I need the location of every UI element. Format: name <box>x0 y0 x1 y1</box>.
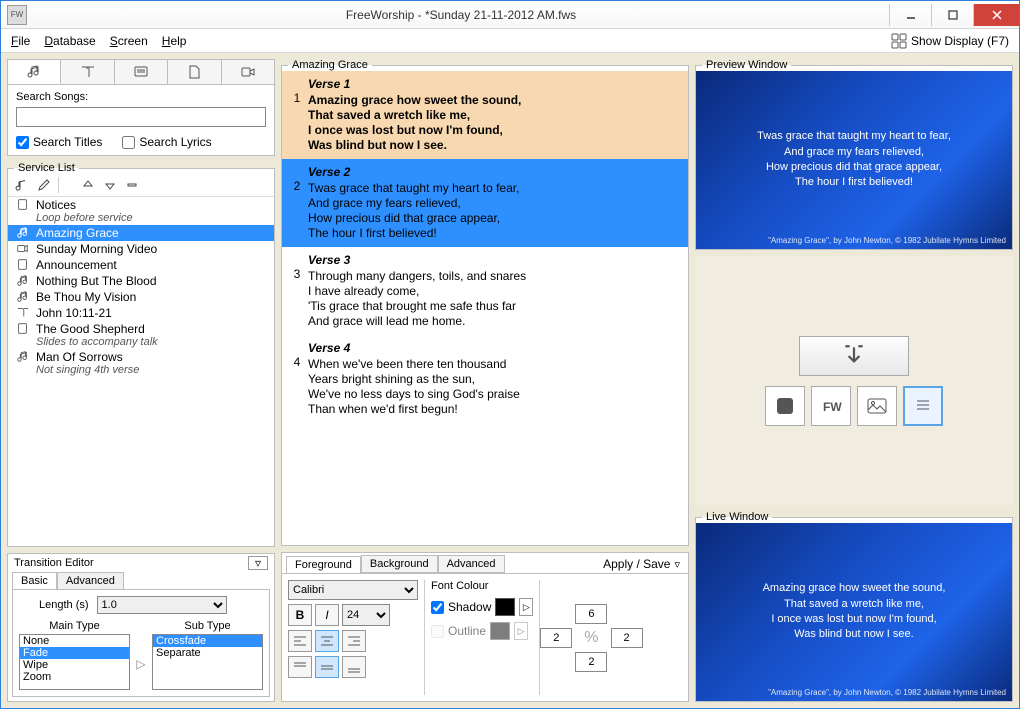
minimize-button[interactable] <box>889 4 931 26</box>
font-select[interactable]: Calibri <box>288 580 418 600</box>
apply-save-button[interactable]: Apply / Save ▿ <box>599 557 684 571</box>
service-list-item[interactable]: The Good ShepherdSlides to accompany tal… <box>8 321 274 349</box>
go-live-button[interactable] <box>799 336 909 376</box>
live-credit: "Amazing Grace", by John Newton, © 1982 … <box>768 688 1006 697</box>
tab-songs[interactable] <box>8 60 61 84</box>
menu-database[interactable]: Database <box>44 34 95 48</box>
menu-file[interactable]: File <box>11 34 30 48</box>
tab-background[interactable]: Background <box>361 555 438 573</box>
align-center-button[interactable] <box>315 630 339 652</box>
preview-credit: "Amazing Grace", by John Newton, © 1982 … <box>768 236 1006 245</box>
shadow-checkbox[interactable] <box>431 601 444 614</box>
tab-video[interactable] <box>222 60 274 84</box>
tab-page[interactable] <box>168 60 221 84</box>
app-icon: FW <box>7 5 27 25</box>
align-left-button[interactable] <box>288 630 312 652</box>
align-right-button[interactable] <box>342 630 366 652</box>
sl-add-song-icon[interactable] <box>14 177 30 193</box>
margin-bottom-input[interactable] <box>575 652 607 672</box>
transition-editor-panel: Transition Editor ▿ Basic Advanced Lengt… <box>7 553 275 702</box>
live-panel: Live Window Amazing grace how sweet the … <box>695 511 1013 702</box>
length-select[interactable]: 1.0 <box>97 596 227 614</box>
tab-presentation[interactable] <box>115 60 168 84</box>
titlebar: FW FreeWorship - *Sunday 21-11-2012 AM.f… <box>1 1 1019 29</box>
checkbox-search-titles[interactable]: Search Titles <box>16 135 102 149</box>
verse-block[interactable]: 4Verse 4When we've been there ten thousa… <box>282 335 688 423</box>
verse-block[interactable]: 1Verse 1Amazing grace how sweet the soun… <box>282 71 688 159</box>
menu-screen[interactable]: Screen <box>110 34 148 48</box>
tab-transition-basic[interactable]: Basic <box>12 572 57 589</box>
arrow-right-icon: ▷ <box>134 620 148 690</box>
menubar: File Database Screen Help Show Display (… <box>1 29 1019 53</box>
transition-collapse-icon[interactable]: ▿ <box>248 556 268 570</box>
show-display-button[interactable]: Show Display (F7) <box>891 33 1009 49</box>
song-title: Amazing Grace <box>288 59 372 71</box>
font-colour-label: Font Colour <box>431 580 533 592</box>
image-button[interactable] <box>857 386 897 426</box>
sl-remove-icon[interactable] <box>124 177 140 193</box>
preview-window-label: Preview Window <box>702 59 791 71</box>
main-type-list[interactable]: NoneFadeWipeZoom <box>19 634 130 690</box>
checkbox-search-lyrics[interactable]: Search Lyrics <box>122 135 211 149</box>
valign-bottom-button[interactable] <box>342 656 366 678</box>
transition-editor-label: Transition Editor <box>14 557 94 569</box>
verse-block[interactable]: 2Verse 2Twas grace that taught my heart … <box>282 159 688 247</box>
verse-block[interactable]: 3Verse 3Through many dangers, toils, and… <box>282 247 688 335</box>
percent-icon: % <box>584 629 598 647</box>
tab-advanced[interactable]: Advanced <box>438 555 505 573</box>
service-list-item[interactable]: Nothing But The Blood <box>8 273 274 289</box>
bold-button[interactable]: B <box>288 604 312 626</box>
font-size-select[interactable]: 24 <box>342 604 390 626</box>
svg-text:FW: FW <box>823 400 842 414</box>
format-panel: Foreground Background Advanced Apply / S… <box>281 552 689 702</box>
service-list-panel: Service List NoticesLoop before serviceA… <box>7 162 275 547</box>
margin-top-input[interactable] <box>575 604 607 624</box>
search-panel: Search Songs: Search Titles Search Lyric… <box>7 59 275 156</box>
shadow-colour-swatch[interactable] <box>495 598 515 616</box>
service-list-item[interactable]: Amazing Grace <box>8 225 274 241</box>
logo-button[interactable]: FW <box>811 386 851 426</box>
outline-checkbox <box>431 625 444 638</box>
sl-move-up-icon[interactable] <box>80 177 96 193</box>
service-list-item[interactable]: Sunday Morning Video <box>8 241 274 257</box>
lyrics-panel: Amazing Grace 1Verse 1Amazing grace how … <box>281 59 689 546</box>
italic-button[interactable]: I <box>315 604 339 626</box>
close-button[interactable] <box>973 4 1019 26</box>
sl-edit-icon[interactable] <box>36 177 52 193</box>
service-list-item[interactable]: Announcement <box>8 257 274 273</box>
live-window[interactable]: Amazing grace how sweet the sound,That s… <box>696 523 1012 701</box>
valign-middle-button[interactable] <box>315 656 339 678</box>
menu-help[interactable]: Help <box>162 34 187 48</box>
outline-colour-dropdown: ▷ <box>514 622 528 640</box>
service-list-item[interactable]: Man Of SorrowsNot singing 4th verse <box>8 349 274 377</box>
valign-top-button[interactable] <box>288 656 312 678</box>
service-list-item[interactable]: John 10:11-21 <box>8 305 274 321</box>
sl-move-down-icon[interactable] <box>102 177 118 193</box>
tab-bible[interactable] <box>61 60 114 84</box>
margin-right-input[interactable] <box>611 628 643 648</box>
margin-left-input[interactable] <box>540 628 572 648</box>
service-list-item[interactable]: Be Thou My Vision <box>8 289 274 305</box>
preview-window[interactable]: Twas grace that taught my heart to fear,… <box>696 71 1012 249</box>
live-window-label: Live Window <box>702 511 772 523</box>
service-list-item[interactable]: NoticesLoop before service <box>8 197 274 225</box>
preview-panel: Preview Window Twas grace that taught my… <box>695 59 1013 250</box>
text-button[interactable] <box>903 386 943 426</box>
shadow-colour-dropdown[interactable]: ▷ <box>519 598 533 616</box>
search-input[interactable] <box>16 107 266 127</box>
main-type-label: Main Type <box>19 620 130 632</box>
search-label: Search Songs: <box>16 91 266 103</box>
blank-screen-button[interactable] <box>765 386 805 426</box>
control-panel: FW <box>695 256 1013 505</box>
tab-transition-advanced[interactable]: Advanced <box>57 572 124 589</box>
window-title: FreeWorship - *Sunday 21-11-2012 AM.fws <box>33 8 889 22</box>
tab-foreground[interactable]: Foreground <box>286 556 361 574</box>
service-list-label: Service List <box>14 162 79 174</box>
length-label: Length (s) <box>39 599 89 611</box>
maximize-button[interactable] <box>931 4 973 26</box>
sub-type-label: Sub Type <box>152 620 263 632</box>
sub-type-list[interactable]: CrossfadeSeparate <box>152 634 263 690</box>
outline-colour-swatch <box>490 622 510 640</box>
